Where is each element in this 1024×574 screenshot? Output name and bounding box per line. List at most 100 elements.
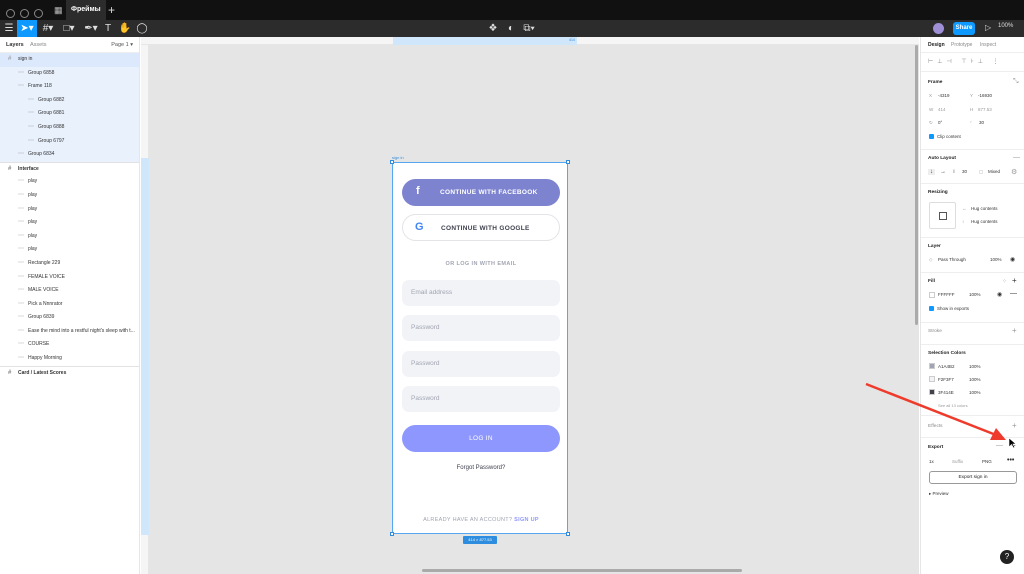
export-more-icon[interactable]: ••• <box>1007 457 1014 464</box>
blend-mode-dropdown[interactable]: Pass Through <box>938 257 966 262</box>
text-tool-icon[interactable]: T <box>102 20 114 37</box>
color-opacity-1[interactable]: 100% <box>969 364 981 369</box>
new-tab-icon[interactable]: + <box>108 3 115 17</box>
tab-design[interactable]: Design <box>928 42 945 48</box>
tab-assets[interactable]: Assets <box>30 42 47 48</box>
move-tool-icon[interactable]: ➤▾ <box>17 20 37 37</box>
width-resize-dropdown[interactable]: Hug contents <box>971 206 998 211</box>
direction-down-icon[interactable]: ↓ <box>928 169 935 175</box>
fill-hex-field[interactable]: FFFFFF <box>938 292 955 297</box>
zoom-dropdown[interactable]: 100% <box>998 23 1013 29</box>
constraints-widget[interactable] <box>929 202 956 229</box>
layer-opacity-field[interactable]: 100% <box>990 257 1002 262</box>
layer-row[interactable]: ⋯ Group 6858 <box>0 66 139 81</box>
facebook-button[interactable]: f CONTINUE WITH FACEBOOK <box>402 179 560 206</box>
resize-handle-bl[interactable] <box>390 532 394 536</box>
vertical-scrollbar[interactable] <box>915 45 918 325</box>
tab-prototype[interactable]: Prototype <box>951 42 972 48</box>
padding-field[interactable]: Mixed <box>988 169 1000 174</box>
layer-row[interactable]: ⋯ Group 6797 <box>0 134 139 149</box>
horizontal-scrollbar[interactable] <box>422 569 742 572</box>
preview-toggle[interactable]: ▸ Preview <box>929 491 949 497</box>
canvas[interactable]: sign in f CONTINUE WITH FACEBOOK G CONTI… <box>149 45 919 574</box>
layer-row[interactable]: ⋯ Group 6882 <box>0 93 139 108</box>
export-suffix-field[interactable]: Suffix <box>952 459 963 464</box>
rotation-field[interactable]: 0° <box>938 120 942 125</box>
login-button[interactable]: LOG IN <box>402 425 560 452</box>
y-field[interactable]: -16930 <box>978 93 992 98</box>
password-field[interactable]: Password <box>402 315 560 341</box>
minimize-dot-icon[interactable] <box>20 9 29 18</box>
spacing-field[interactable]: 30 <box>962 169 967 174</box>
add-fill-icon[interactable]: + <box>1012 276 1017 285</box>
layer-row[interactable]: ⋯ FEMALE VOICE <box>0 271 139 285</box>
color-opacity-3[interactable]: 100% <box>969 390 981 395</box>
height-resize-dropdown[interactable]: Hug contents <box>971 219 998 224</box>
layer-row[interactable]: # Card / Latest Scores <box>0 365 139 380</box>
share-button[interactable]: Share <box>953 22 975 35</box>
boolean-icon[interactable]: ⧉▾ <box>520 20 538 37</box>
fill-eye-icon[interactable]: ◉ <box>997 291 1002 298</box>
export-scale-dropdown[interactable]: 1x <box>929 459 934 464</box>
mask-icon[interactable]: ◐ <box>504 20 518 37</box>
sign-in-frame[interactable]: f CONTINUE WITH FACEBOOK G CONTINUE WITH… <box>392 162 568 534</box>
color-hex-2[interactable]: F2F3F7 <box>938 377 954 382</box>
avatar[interactable] <box>933 23 944 34</box>
see-all-colors-link[interactable]: See all 13 colors <box>938 403 968 408</box>
resize-handle-br[interactable] <box>566 532 570 536</box>
fill-swatch[interactable] <box>929 292 935 298</box>
layer-row[interactable]: ⋯ play <box>0 189 139 203</box>
password-field-3[interactable]: Password <box>402 386 560 412</box>
remove-export-icon[interactable]: — <box>996 442 1003 449</box>
x-field[interactable]: -4319 <box>938 93 950 98</box>
menu-icon[interactable]: ☰ <box>2 20 16 37</box>
layer-row[interactable]: ⋯ Happy Morning <box>0 352 139 366</box>
h-field[interactable]: 877.53 <box>978 107 992 112</box>
export-format-dropdown[interactable]: PNG <box>982 459 992 464</box>
add-effect-icon[interactable]: + <box>1012 421 1017 430</box>
email-field[interactable]: Email address <box>402 280 560 306</box>
remove-auto-layout-icon[interactable]: — <box>1013 154 1020 161</box>
layer-row[interactable]: ⋯ Group 6839 <box>0 311 139 325</box>
google-button[interactable]: G CONTINUE WITH GOOGLE <box>402 214 560 241</box>
forgot-password-link[interactable]: Forgot Password? <box>393 465 569 471</box>
layer-row[interactable]: ⋯ play <box>0 230 139 244</box>
color-swatch-3[interactable] <box>929 389 935 395</box>
tab-inspect[interactable]: Inspect <box>980 42 996 48</box>
layer-row[interactable]: # Interface <box>0 161 139 176</box>
shape-tool-icon[interactable]: □▾ <box>60 20 78 37</box>
resize-handle-tr[interactable] <box>566 160 570 164</box>
pen-tool-icon[interactable]: ✒▾ <box>82 20 100 37</box>
color-swatch-1[interactable] <box>929 363 935 369</box>
fill-opacity-field[interactable]: 100% <box>969 292 981 297</box>
color-hex-3[interactable]: 3F414E <box>938 390 954 395</box>
color-opacity-2[interactable]: 100% <box>969 377 981 382</box>
layer-row[interactable]: ⋯ Group 6888 <box>0 120 139 135</box>
clip-content-checkbox[interactable] <box>929 134 934 139</box>
add-stroke-icon[interactable]: + <box>1012 326 1017 335</box>
component-icon[interactable]: ❖ <box>486 20 500 37</box>
layer-row[interactable]: ⋯ play <box>0 243 139 257</box>
layer-row[interactable]: ⋯ MALE VOICE <box>0 284 139 298</box>
styles-icon[interactable]: ⁘ <box>1002 278 1007 285</box>
w-field[interactable]: 414 <box>938 107 946 112</box>
layer-row[interactable]: ⋯ Ease the mind into a restful night's sl… <box>0 325 139 339</box>
frame-tool-icon[interactable]: #▾ <box>39 20 57 37</box>
file-tab[interactable]: Фреймы <box>66 0 106 20</box>
password-field-2[interactable]: Password <box>402 351 560 377</box>
export-button[interactable]: Export sign in <box>929 471 1017 484</box>
sign-up-link[interactable]: SIGN UP <box>514 517 539 523</box>
tab-layers[interactable]: Layers <box>6 42 24 48</box>
color-swatch-2[interactable] <box>929 376 935 382</box>
page-selector[interactable]: Page 1 ▾ <box>111 42 133 48</box>
comment-tool-icon[interactable]: ◯ <box>135 20 149 37</box>
layer-row[interactable]: ⋯ Group 6881 <box>0 107 139 121</box>
layer-row[interactable]: ⋯ Rectangle 229 <box>0 257 139 271</box>
hand-tool-icon[interactable]: ✋ <box>118 20 132 37</box>
radius-field[interactable]: 30 <box>979 120 984 125</box>
alignment-settings-icon[interactable]: ⚙ <box>1011 168 1017 176</box>
grid-icon[interactable]: ▦ <box>54 5 64 15</box>
layer-row[interactable]: ⋯ COURSE <box>0 338 139 352</box>
help-button[interactable]: ? <box>1000 550 1014 564</box>
direction-right-icon[interactable]: → <box>940 169 946 175</box>
